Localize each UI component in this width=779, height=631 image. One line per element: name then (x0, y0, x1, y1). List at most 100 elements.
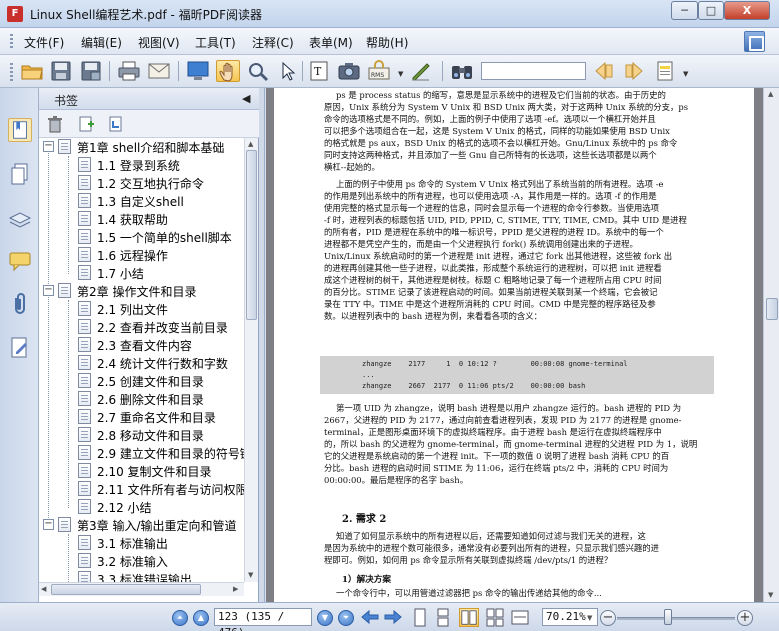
email-icon[interactable] (147, 60, 171, 82)
previous-page-icon[interactable]: ▲ (193, 610, 209, 626)
delete-bookmark-icon[interactable] (46, 115, 64, 133)
add-child-bookmark-icon[interactable] (107, 115, 125, 133)
first-page-icon[interactable]: ⏶ (172, 610, 188, 626)
attachments-icon[interactable] (8, 292, 32, 316)
scroll-right-arrow[interactable]: ▶ (233, 585, 238, 593)
menu-comment[interactable]: 注释(C) (252, 34, 294, 51)
collapse-panel-button[interactable]: ◀ (242, 92, 250, 105)
toolbar-separator (178, 61, 179, 81)
find-binoculars-icon[interactable] (450, 60, 474, 82)
zoom-out-button[interactable]: − (600, 610, 616, 626)
bookmark-label: 1.5 一个简单的shell脚本 (97, 231, 232, 245)
save-icon[interactable] (49, 60, 73, 82)
rms-dropdown-arrow[interactable]: ▼ (398, 70, 403, 78)
fullscreen-icon[interactable] (186, 60, 210, 82)
text-select-icon[interactable]: T (307, 60, 331, 82)
bookmark-label: 1.7 小结 (97, 267, 144, 281)
facing-view-icon[interactable] (459, 608, 479, 627)
bookmark-page-icon (78, 427, 91, 442)
menu-edit[interactable]: 编辑(E) (81, 34, 122, 51)
scroll-down-arrow[interactable]: ▼ (248, 571, 253, 579)
select-arrow-icon[interactable] (276, 60, 300, 82)
document-view[interactable]: ps 是 process status 的缩写，意思是显示系统中的进程及它们当前… (266, 88, 763, 602)
sign-icon[interactable] (409, 60, 433, 82)
minimize-button[interactable]: ─ (671, 1, 698, 20)
pdf-page: ps 是 process status 的缩写，意思是显示系统中的进程及它们当前… (274, 88, 754, 602)
window-layout-icon[interactable] (744, 31, 765, 52)
scroll-thumb[interactable] (51, 584, 201, 595)
snapshot-icon[interactable] (337, 60, 361, 82)
menu-grip[interactable] (10, 34, 13, 50)
menu-file[interactable]: 文件(F) (24, 34, 64, 51)
doc-text-line: ps 是 process status 的缩写，意思是显示系统中的进程及它们当前… (336, 90, 666, 100)
pages-icon[interactable] (8, 162, 32, 186)
add-bookmark-icon[interactable] (77, 115, 95, 133)
doc-text-line: 第一项 UID 为 zhangze，说明 bash 进程是以用户 zhangze… (336, 403, 682, 413)
document-vertical-scrollbar[interactable]: ▲ ▼ (763, 88, 779, 602)
collapse-toggle[interactable]: − (43, 285, 54, 296)
bookmarks-icon[interactable] (8, 118, 32, 142)
page-number-input[interactable]: 123 (135 / 476) (214, 608, 312, 631)
open-folder-icon[interactable] (20, 60, 44, 82)
zoom-in-button[interactable]: + (737, 610, 753, 626)
maximize-button[interactable]: □ (698, 1, 724, 20)
doc-text-line: 00:00:00。最后是程序的名字 bash。 (324, 475, 469, 485)
bookmark-page-icon (78, 499, 91, 514)
menu-form[interactable]: 表单(M) (309, 34, 353, 51)
fit-width-icon[interactable] (510, 608, 530, 627)
search-input[interactable] (481, 62, 586, 80)
scroll-left-arrow[interactable]: ◀ (41, 585, 46, 593)
close-button[interactable]: X (724, 1, 770, 20)
comments-icon[interactable] (8, 249, 32, 273)
scroll-up-arrow[interactable]: ▲ (248, 140, 253, 148)
title-bar: F Linux Shell编程艺术.pdf - 福昕PDF阅读器 ─ □ X (0, 0, 779, 28)
zoom-slider[interactable] (617, 617, 735, 620)
rms-icon[interactable]: RMS (367, 60, 391, 82)
continuous-view-icon[interactable] (433, 608, 453, 627)
toolbar-grip[interactable] (10, 63, 13, 81)
go-forward-icon[interactable] (383, 608, 403, 627)
doc-text-line: 进程都不是凭空产生的，而是由一个父进程执行 fork() 系统调用创建出来的子进… (324, 239, 638, 249)
highlight-icon[interactable] (654, 60, 678, 82)
highlight-dropdown-arrow[interactable]: ▼ (683, 70, 688, 78)
go-back-icon[interactable] (360, 608, 380, 627)
doc-text-line: 成这个进程树的树干，其他进程是树枝。标题 C 粗略地记录了每一个进程所占用 CP… (324, 275, 662, 285)
menu-help[interactable]: 帮助(H) (366, 34, 408, 51)
doc-text-line: 程即可。例如，如何用 ps 命令显示所有关联到虚拟终端 /dev/pts/1 的… (324, 555, 613, 565)
bookmark-page-icon (78, 445, 91, 460)
next-page-icon[interactable]: ▼ (317, 610, 333, 626)
bookmark-page-icon (78, 193, 91, 208)
layers-icon[interactable] (8, 206, 32, 230)
save-as-icon[interactable] (79, 60, 103, 82)
bookmark-label: 2.3 查看文件内容 (97, 339, 192, 353)
scroll-thumb[interactable] (246, 150, 257, 320)
print-icon[interactable] (117, 60, 141, 82)
panel-splitter[interactable] (259, 88, 265, 602)
last-page-icon[interactable]: ⏷ (338, 610, 354, 626)
prev-find-icon[interactable] (592, 60, 616, 82)
collapse-toggle[interactable]: − (43, 141, 54, 152)
bookmark-vertical-scrollbar[interactable]: ▲ ▼ (244, 138, 258, 582)
tree-line (68, 300, 69, 508)
bookmark-horizontal-scrollbar[interactable]: ◀ ▶ (39, 582, 244, 596)
signatures-icon[interactable] (8, 336, 32, 360)
scroll-thumb[interactable] (766, 298, 778, 320)
zoom-slider-thumb[interactable] (664, 609, 672, 625)
hand-tool-icon[interactable] (216, 60, 240, 82)
doc-text-line: 可以把多个选项组合在一起，这是 System V Unix 的格式，同样的功能如… (324, 126, 670, 136)
bookmark-page-icon (78, 391, 91, 406)
next-find-icon[interactable] (622, 60, 646, 82)
window-title: Linux Shell编程艺术.pdf - 福昕PDF阅读器 (30, 8, 263, 22)
menu-view[interactable]: 视图(V) (138, 34, 180, 51)
tree-line (68, 534, 69, 582)
single-page-view-icon[interactable] (410, 608, 430, 627)
bookmark-toolbar (39, 110, 259, 138)
continuous-facing-view-icon[interactable] (485, 608, 505, 627)
zoom-dropdown-arrow[interactable]: ▼ (587, 614, 592, 622)
scroll-up-arrow[interactable]: ▲ (768, 90, 773, 98)
menu-tools[interactable]: 工具(T) (195, 34, 236, 51)
bookmark-label: 2.1 列出文件 (97, 303, 168, 317)
scroll-down-arrow[interactable]: ▼ (768, 591, 773, 599)
collapse-toggle[interactable]: − (43, 519, 54, 530)
zoom-tool-icon[interactable] (246, 60, 270, 82)
